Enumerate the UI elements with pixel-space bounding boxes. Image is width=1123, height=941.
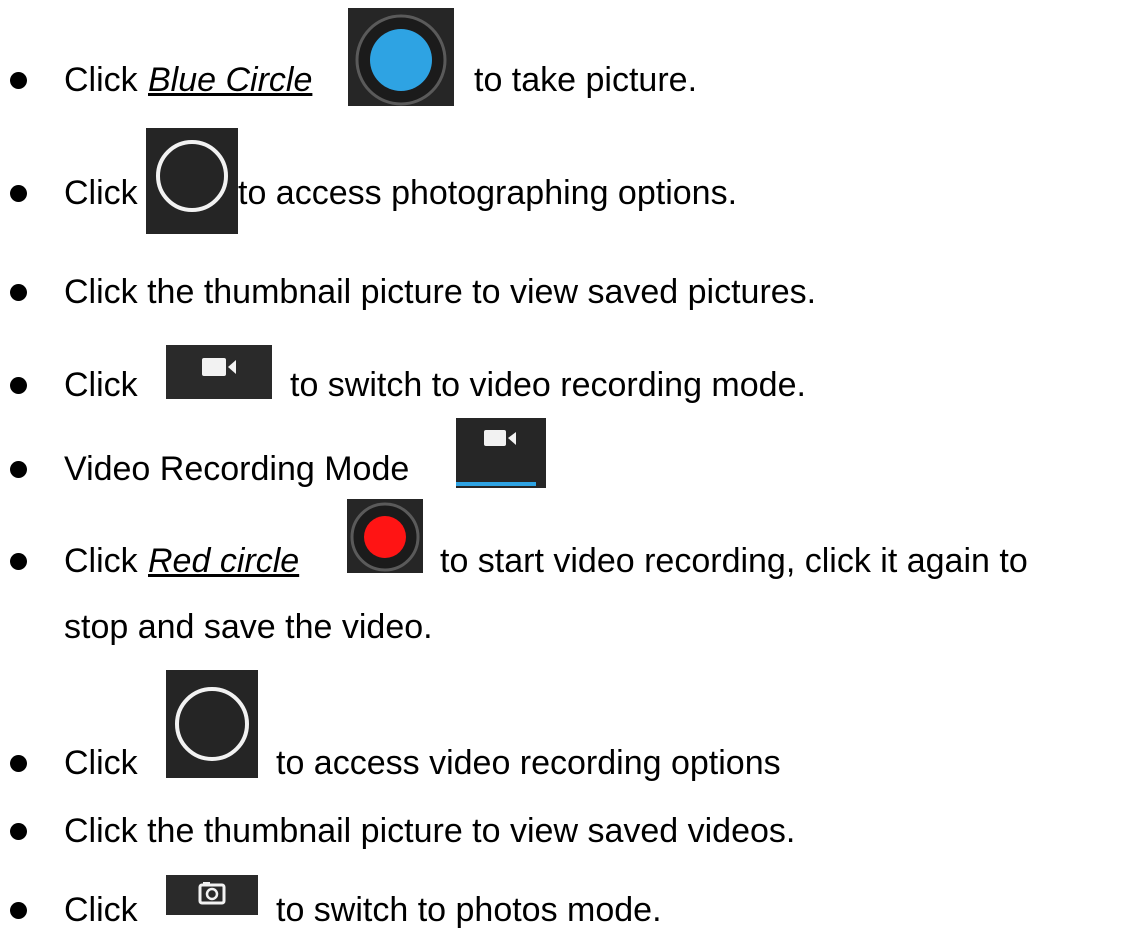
red-circle-shutter-icon[interactable]	[347, 499, 423, 573]
bullet	[10, 461, 27, 478]
instruction-prefix: Click	[64, 891, 138, 929]
instruction-prefix: Click	[64, 174, 138, 212]
red-circle-link[interactable]: Red circle	[148, 531, 299, 591]
bullet	[10, 284, 27, 301]
instruction-text: to start video recording, click it again…	[440, 542, 1028, 580]
instruction-text: Video Recording Mode	[64, 450, 410, 488]
instruction-text: Click the thumbnail picture to view save…	[64, 273, 817, 311]
options-ring-icon[interactable]	[166, 670, 258, 778]
video-camera-icon[interactable]	[166, 345, 272, 399]
bullet	[10, 185, 27, 202]
bullet	[10, 902, 27, 919]
blue-circle-shutter-icon[interactable]	[348, 8, 454, 106]
instruction-text: to switch to video recording mode.	[290, 366, 806, 404]
instruction-take-picture: Click Blue Circle to take picture.	[0, 50, 1123, 110]
instruction-view-pictures: Click the thumbnail picture to view save…	[0, 262, 1123, 322]
instruction-record-video-continued: stop and save the video.	[0, 597, 1123, 657]
instruction-text: to take picture.	[474, 61, 698, 99]
instruction-text: to switch to photos mode.	[276, 891, 662, 929]
video-mode-tab-icon	[456, 418, 546, 488]
instruction-text: to access photographing options.	[238, 174, 738, 212]
instruction-text: to access video recording options	[276, 744, 781, 782]
bullet	[10, 72, 27, 89]
instruction-text: stop and save the video.	[64, 608, 433, 646]
instruction-view-videos: Click the thumbnail picture to view save…	[0, 801, 1123, 861]
bullet	[10, 377, 27, 394]
instruction-prefix: Click	[64, 744, 138, 782]
instruction-record-video: Click Red circle to start video recordin…	[0, 531, 1123, 591]
options-ring-icon[interactable]	[146, 128, 238, 234]
bullet	[10, 553, 27, 570]
instruction-prefix: Click	[64, 366, 138, 404]
blue-circle-link[interactable]: Blue Circle	[148, 50, 312, 110]
instruction-prefix: Click	[64, 542, 138, 580]
photo-camera-icon[interactable]	[166, 875, 258, 915]
bullet	[10, 823, 27, 840]
bullet	[10, 755, 27, 772]
instruction-video-recording-mode: Video Recording Mode	[0, 439, 1123, 499]
instruction-prefix: Click	[64, 61, 138, 99]
instruction-text: Click the thumbnail picture to view save…	[64, 812, 796, 850]
